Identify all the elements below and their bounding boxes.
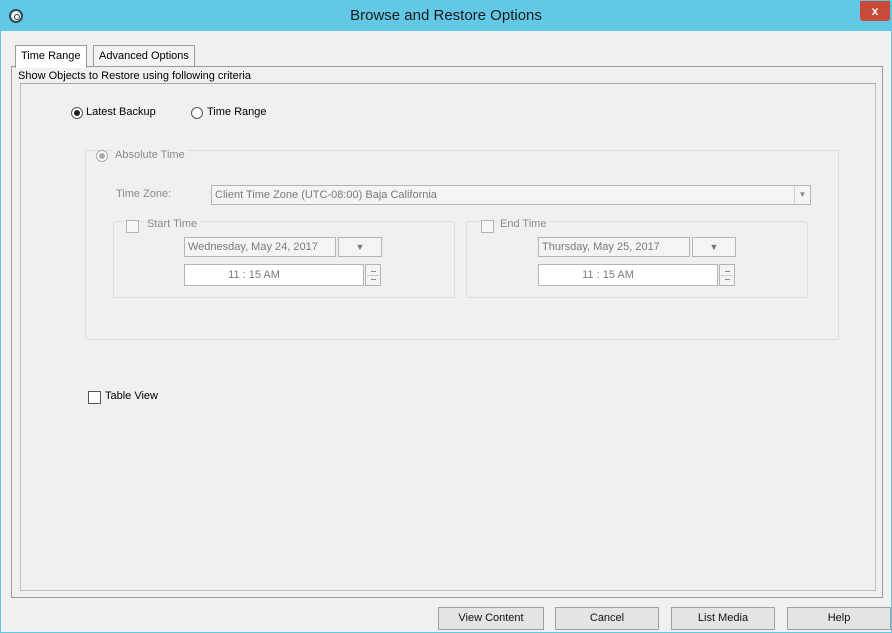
latest-backup-radio[interactable]: [71, 107, 83, 119]
end-time-field[interactable]: 11 : 15 AM: [538, 264, 718, 286]
list-media-button[interactable]: List Media: [671, 607, 775, 630]
time-range-label[interactable]: Time Range: [207, 106, 267, 118]
help-button[interactable]: Help: [787, 607, 891, 630]
criteria-group: Latest Backup Time Range Absolute Time T…: [20, 83, 876, 591]
end-time-checkbox[interactable]: [481, 220, 494, 233]
absolute-time-label: Absolute Time: [112, 149, 188, 161]
cancel-button[interactable]: Cancel: [555, 607, 659, 630]
time-zone-value: Client Time Zone (UTC-08:00) Baja Califo…: [215, 189, 437, 201]
table-view-label[interactable]: Table View: [105, 390, 158, 402]
end-date-field[interactable]: Thursday, May 25, 2017: [538, 237, 690, 257]
start-date-dropdown-button[interactable]: ▼: [338, 237, 382, 257]
start-date-field[interactable]: Wednesday, May 24, 2017: [184, 237, 336, 257]
title-bar: Browse and Restore Options x: [1, 1, 891, 31]
dropdown-arrow-icon: ▼: [709, 242, 719, 252]
browse-restore-dialog: Browse and Restore Options x Time Range …: [0, 0, 892, 633]
tab-advanced-options[interactable]: Advanced Options: [93, 45, 195, 67]
criteria-label: Show Objects to Restore using following …: [18, 70, 251, 82]
start-time-group: Start Time Wednesday, May 24, 2017 ▼ 11 …: [113, 218, 455, 298]
view-content-button[interactable]: View Content: [438, 607, 544, 630]
time-zone-label: Time Zone:: [116, 188, 172, 200]
table-view-checkbox[interactable]: [88, 391, 101, 404]
end-date-dropdown-button[interactable]: ▼: [692, 237, 736, 257]
close-button[interactable]: x: [860, 1, 890, 21]
start-time-label: Start Time: [144, 218, 201, 230]
time-zone-select[interactable]: Client Time Zone (UTC-08:00) Baja Califo…: [211, 185, 811, 205]
start-time-field[interactable]: 11 : 15 AM: [184, 264, 364, 286]
absolute-time-group: Absolute Time Time Zone: Client Time Zon…: [85, 149, 839, 340]
time-range-panel: Show Objects to Restore using following …: [11, 66, 883, 598]
dropdown-arrow-icon: ▼: [355, 242, 365, 252]
window-title: Browse and Restore Options: [350, 7, 542, 24]
tab-time-range[interactable]: Time Range: [15, 45, 87, 68]
end-time-group: End Time Thursday, May 25, 2017 ▼ 11 : 1…: [466, 218, 808, 298]
start-time-checkbox[interactable]: [126, 220, 139, 233]
latest-backup-label[interactable]: Latest Backup: [86, 106, 156, 118]
start-time-spinner[interactable]: [365, 264, 381, 286]
end-time-spinner[interactable]: [719, 264, 735, 286]
time-range-radio[interactable]: [191, 107, 203, 119]
end-time-label: End Time: [497, 218, 550, 230]
spinner-divider: [367, 275, 379, 276]
spinner-divider: [721, 275, 733, 276]
absolute-time-radio[interactable]: [96, 150, 108, 162]
chevron-down-icon: ▼: [794, 186, 810, 204]
